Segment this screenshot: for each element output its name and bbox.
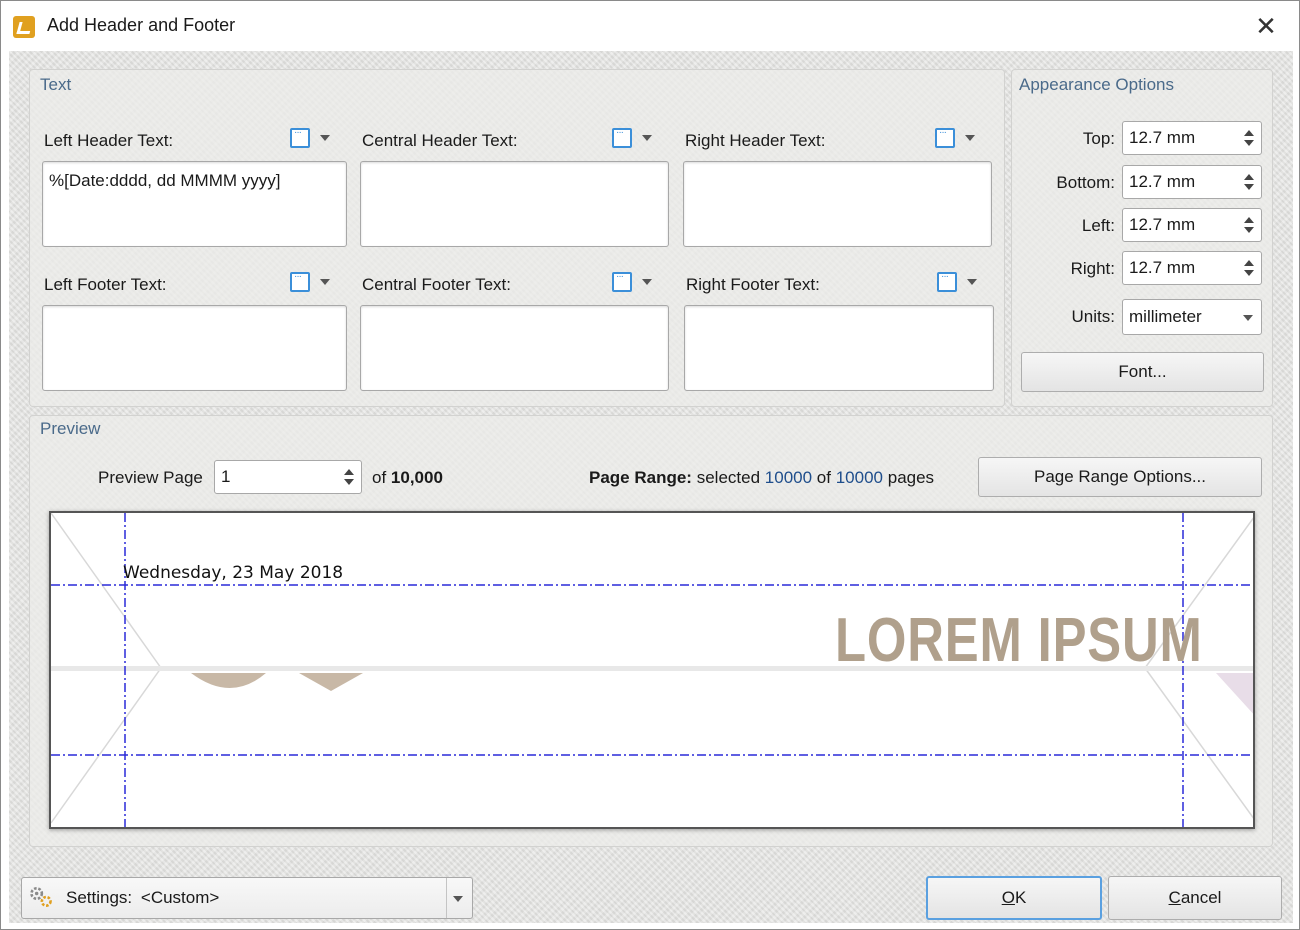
chevron-down-icon xyxy=(320,135,330,141)
cancel-button[interactable]: Cancel xyxy=(1108,876,1282,920)
left-margin-label: Left: xyxy=(1081,216,1115,235)
of-label: of xyxy=(372,468,387,487)
right-footer-label: Right Footer Text: xyxy=(686,275,820,294)
right-header-input[interactable] xyxy=(683,161,992,247)
ok-button[interactable]: OK xyxy=(926,876,1102,920)
central-header-input[interactable] xyxy=(360,161,669,247)
close-icon[interactable]: ✕ xyxy=(1251,9,1281,43)
chevron-down-icon[interactable] xyxy=(453,896,463,902)
right-margin-stepper[interactable]: 12.7 mm xyxy=(1122,251,1262,285)
central-header-label: Central Header Text: xyxy=(362,131,518,150)
units-select[interactable]: millimeter xyxy=(1122,299,1262,335)
preview-page-stepper[interactable]: 1 xyxy=(214,460,362,494)
settings-label-text: Settings: xyxy=(66,888,133,907)
ok-mnemonic: O xyxy=(1001,888,1015,907)
spin-arrows-icon[interactable] xyxy=(343,467,355,487)
cancel-label-rest: ancel xyxy=(1180,888,1222,907)
total-pages: 10,000 xyxy=(390,468,443,487)
page-range-selected-word: selected xyxy=(696,468,761,487)
bottom-margin-value: 12.7 mm xyxy=(1129,172,1196,191)
spin-arrows-icon[interactable] xyxy=(1243,258,1255,278)
left-header-macro-button[interactable] xyxy=(284,125,342,153)
spin-arrows-icon[interactable] xyxy=(1243,128,1255,148)
preview-page-headline: LOREM IPSUM xyxy=(835,606,1203,675)
font-button[interactable]: Font... xyxy=(1021,352,1264,392)
preview-page-total: of 10,000 xyxy=(372,468,443,488)
appearance-options-title: Appearance Options xyxy=(1019,75,1174,94)
decorative-shape xyxy=(1216,673,1253,714)
preview-page-label: Preview Page xyxy=(98,468,203,487)
top-margin-label: Top: xyxy=(1082,129,1115,148)
dialog-title: Add Header and Footer xyxy=(47,15,236,35)
cancel-mnemonic: C xyxy=(1168,888,1181,907)
ok-label-rest: K xyxy=(1014,888,1027,907)
macro-icon xyxy=(290,271,310,292)
decorative-shape xyxy=(299,673,363,691)
right-footer-input[interactable] xyxy=(684,305,994,391)
left-margin-stepper[interactable]: 12.7 mm xyxy=(1122,208,1262,242)
macro-icon xyxy=(937,271,957,292)
chevron-down-icon xyxy=(967,279,977,285)
preview-group-title: Preview xyxy=(40,419,101,438)
central-footer-macro-button[interactable] xyxy=(606,269,664,297)
right-header-macro-button[interactable] xyxy=(929,125,987,153)
bottom-margin-stepper[interactable]: 12.7 mm xyxy=(1122,165,1262,199)
page-range-options-button[interactable]: Page Range Options... xyxy=(978,457,1262,497)
page-range-selected-count: 10000 xyxy=(764,468,813,487)
gear-icon xyxy=(30,887,52,907)
page-range-summary: Page Range: selected 10000 of 10000 page… xyxy=(589,468,934,488)
units-value: millimeter xyxy=(1129,307,1202,326)
units-label: Units: xyxy=(1071,307,1115,326)
central-footer-input[interactable] xyxy=(360,305,669,391)
page-range-total-count: 10000 xyxy=(835,468,883,487)
chevron-down-icon xyxy=(1243,315,1253,321)
settings-dropdown[interactable]: Settings: <Custom> xyxy=(21,877,473,919)
chevron-down-icon xyxy=(320,279,330,285)
spin-arrows-icon[interactable] xyxy=(1243,215,1255,235)
macro-icon xyxy=(290,127,310,148)
bottom-margin-label: Bottom: xyxy=(1056,173,1115,192)
spin-arrows-icon[interactable] xyxy=(1243,172,1255,192)
page-range-pages-word: pages xyxy=(887,468,935,487)
chevron-down-icon xyxy=(642,279,652,285)
macro-icon xyxy=(935,127,955,148)
chevron-down-icon xyxy=(642,135,652,141)
left-header-label: Left Header Text: xyxy=(44,131,174,150)
right-header-label: Right Header Text: xyxy=(685,131,826,150)
settings-value: <Custom> xyxy=(140,888,220,907)
top-margin-stepper[interactable]: 12.7 mm xyxy=(1122,121,1262,155)
left-footer-input[interactable] xyxy=(42,305,347,391)
central-footer-label: Central Footer Text: xyxy=(362,275,511,294)
page-range-of-word: of xyxy=(816,468,831,487)
left-header-value: %[Date:dddd, dd MMMM yyyy] xyxy=(49,171,281,190)
top-margin-value: 12.7 mm xyxy=(1129,128,1196,147)
right-footer-macro-button[interactable] xyxy=(931,269,989,297)
crop-mark-line xyxy=(51,513,162,669)
title-bar: Add Header and Footer ✕ xyxy=(1,1,1299,51)
macro-icon xyxy=(612,127,632,148)
left-footer-macro-button[interactable] xyxy=(284,269,342,297)
chevron-down-icon xyxy=(965,135,975,141)
dropdown-divider xyxy=(446,878,447,918)
decorative-shape xyxy=(191,673,266,688)
central-header-macro-button[interactable] xyxy=(606,125,664,153)
left-margin-value: 12.7 mm xyxy=(1129,215,1196,234)
preview-header-date: Wednesday, 23 May 2018 xyxy=(123,563,344,583)
crop-mark-line xyxy=(51,667,162,824)
macro-icon xyxy=(612,271,632,292)
dialog-window: Add Header and Footer ✕ Text Left Header… xyxy=(0,0,1300,930)
left-header-input[interactable]: %[Date:dddd, dd MMMM yyyy] xyxy=(42,161,347,247)
preview-page-value: 1 xyxy=(221,467,231,486)
right-margin-value: 12.7 mm xyxy=(1129,258,1196,277)
right-margin-label: Right: xyxy=(1070,259,1115,278)
settings-label: Settings: <Custom> xyxy=(66,888,219,908)
app-logo-icon xyxy=(13,16,35,38)
text-group-title: Text xyxy=(40,75,72,94)
page-range-label: Page Range: xyxy=(589,468,692,487)
left-footer-label: Left Footer Text: xyxy=(44,275,167,294)
page-preview: Wednesday, 23 May 2018 LOREM IPSUM xyxy=(49,511,1255,829)
